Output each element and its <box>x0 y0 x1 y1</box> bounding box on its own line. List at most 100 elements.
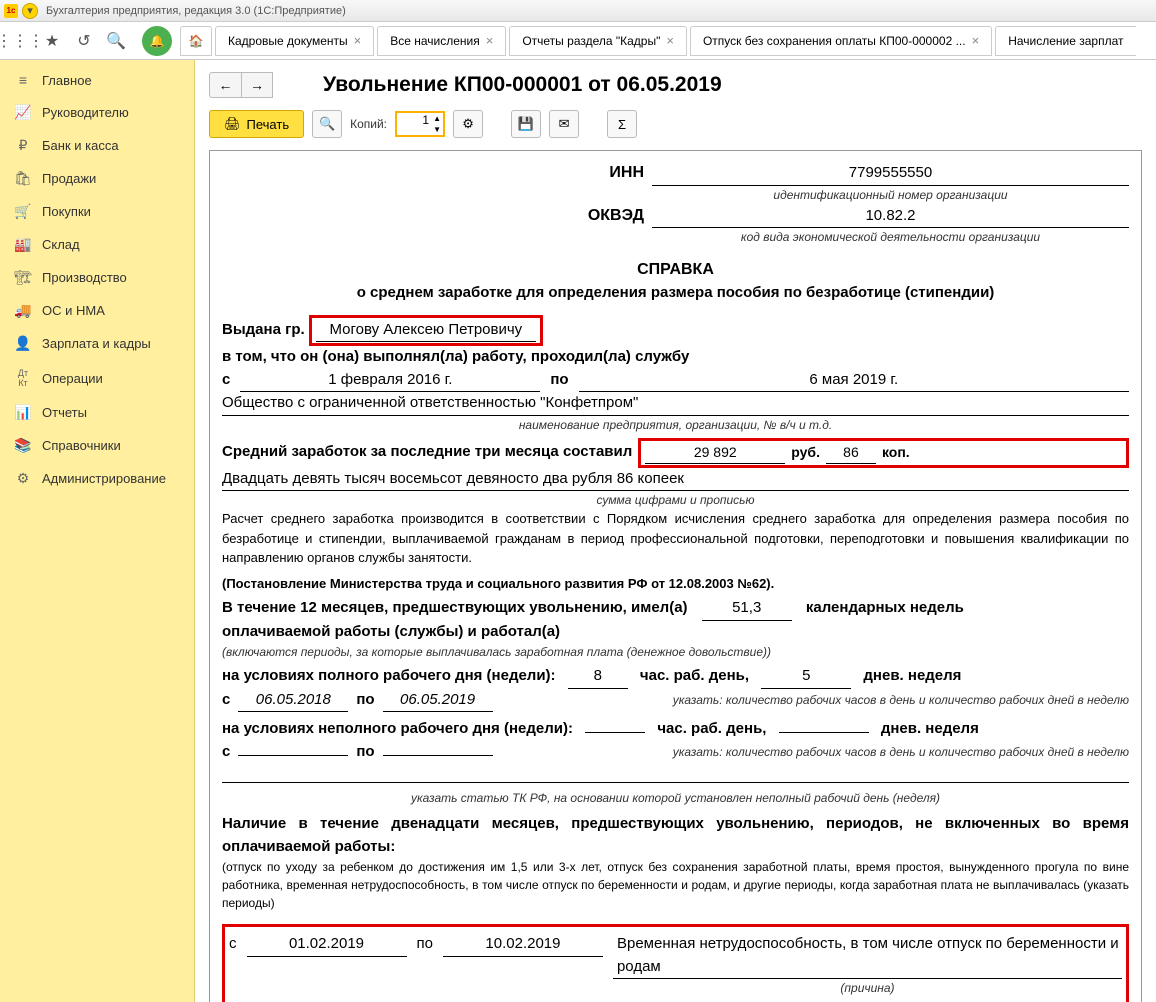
issued-label: Выдана гр. <box>222 321 305 338</box>
preview-button[interactable]: 🔍 <box>312 110 342 138</box>
sidebar-item-admin[interactable]: ⚙Администрирование <box>0 462 194 495</box>
back-button[interactable]: ← <box>209 72 241 98</box>
sidebar-item-operations[interactable]: Дт КтОперации <box>0 360 194 396</box>
cart-icon: 🛒 <box>14 203 32 220</box>
period-to: 06.05.2019 <box>383 689 493 713</box>
app-logo-icon: 1c <box>4 4 18 18</box>
bell-icon[interactable]: 🔔 <box>142 26 172 56</box>
window-title: Бухгалтерия предприятия, редакция 3.0 (1… <box>46 5 346 17</box>
excl-from: 01.02.2019 <box>247 933 407 957</box>
sidebar-item-purchases[interactable]: 🛒Покупки <box>0 195 194 228</box>
okved-value: 10.82.2 <box>652 205 1129 229</box>
doc-heading: СПРАВКА <box>222 258 1129 282</box>
close-icon[interactable]: × <box>666 33 674 48</box>
close-icon[interactable]: × <box>354 33 362 48</box>
weeks-value: 51,3 <box>702 597 792 621</box>
okved-label: ОКВЭД <box>222 204 652 228</box>
tab-hr-reports[interactable]: Отчеты раздела "Кадры"× <box>509 26 687 56</box>
close-icon[interactable]: × <box>486 33 494 48</box>
copies-input[interactable]: 1▲▼ <box>395 111 445 137</box>
okved-caption: код вида экономической деятельности орга… <box>652 228 1129 246</box>
sidebar-item-warehouse[interactable]: 🏭Склад <box>0 228 194 261</box>
date-to: 6 мая 2019 г. <box>579 369 1129 393</box>
settings-button[interactable]: ⚙ <box>453 110 483 138</box>
inn-label: ИНН <box>222 161 652 185</box>
dtkt-icon: Дт Кт <box>14 368 32 388</box>
barchart-icon: 📊 <box>14 404 32 421</box>
period-from: 06.05.2018 <box>238 689 348 713</box>
service-line: в том, что он (она) выполнял(ла) работу,… <box>222 346 1129 369</box>
tab-hr-docs[interactable]: Кадровые документы× <box>215 26 374 56</box>
history-icon[interactable]: ↺ <box>70 27 98 55</box>
org-caption: наименование предприятия, организации, №… <box>222 416 1129 434</box>
dropdown-icon[interactable]: ▾ <box>22 3 38 19</box>
top-toolbar: ⋮⋮⋮ ★ ↺ 🔍 🔔 🏠 Кадровые документы× Все на… <box>0 22 1156 60</box>
chart-icon: 📈 <box>14 104 32 121</box>
salary-kop: 86 <box>826 442 876 464</box>
inn-value: 7799555550 <box>652 162 1129 186</box>
sidebar-item-hr[interactable]: 👤Зарплата и кадры <box>0 327 194 360</box>
org-name: Общество с ограниченной ответственностью… <box>222 392 1129 416</box>
window-title-bar: 1c ▾ Бухгалтерия предприятия, редакция 3… <box>0 0 1156 22</box>
sidebar-item-catalogs[interactable]: 📚Справочники <box>0 429 194 462</box>
person-value: Могову Алексею Петровичу <box>316 319 536 343</box>
inn-caption: идентификационный номер организации <box>652 186 1129 204</box>
excluded-period-highlight: с 01.02.2019 по 10.02.2019 Временная нет… <box>222 924 1129 1002</box>
printer-icon: 🖨 <box>224 116 241 132</box>
spinner-icon[interactable]: ▲▼ <box>433 113 441 135</box>
person-highlight: Могову Алексею Петровичу <box>309 315 543 347</box>
salary-words: Двадцать девять тысяч восемьсот девяност… <box>222 468 1129 492</box>
menu-icon: ≡ <box>14 72 32 88</box>
factory-icon: 🏗 <box>14 269 32 286</box>
star-icon[interactable]: ★ <box>38 27 66 55</box>
tab-payroll[interactable]: Начисление зарплат <box>995 26 1135 56</box>
tab-leave[interactable]: Отпуск без сохранения оплаты КП00-000002… <box>690 26 992 56</box>
salary-rub: 29 892 <box>645 442 785 464</box>
truck-icon: 🚚 <box>14 302 32 319</box>
page-title: Увольнение КП00-000001 от 06.05.2019 <box>323 73 722 97</box>
sidebar-item-assets[interactable]: 🚚ОС и НМА <box>0 294 194 327</box>
excluded-heading: Наличие в течение двенадцати месяцев, пр… <box>222 813 1129 858</box>
search-icon[interactable]: 🔍 <box>102 27 130 55</box>
doc-subheading: о среднем заработке для определения разм… <box>222 282 1129 305</box>
books-icon: 📚 <box>14 437 32 454</box>
paid-work-line: оплачиваемой работы (службы) и работал(а… <box>222 621 1129 644</box>
bag-icon: 🛍 <box>14 170 32 187</box>
sum-button[interactable]: Σ <box>607 110 637 138</box>
excl-reason: Временная нетрудоспособность, в том числ… <box>613 933 1122 979</box>
forward-button[interactable]: → <box>241 72 273 98</box>
person-icon: 👤 <box>14 335 32 352</box>
tab-home[interactable]: 🏠 <box>180 26 212 56</box>
sidebar: ≡Главное 📈Руководителю ₽Банк и касса 🛍Пр… <box>0 60 195 1002</box>
reason-caption: (причина) <box>613 979 1122 997</box>
document-toolbar: 🖨Печать 🔍 Копий: 1▲▼ ⚙ 💾 ✉ Σ <box>195 102 1156 146</box>
hours-value: 8 <box>568 665 628 689</box>
warehouse-icon: 🏭 <box>14 236 32 253</box>
avg-label: Средний заработок за последние три месяц… <box>222 441 632 464</box>
date-from: 1 февраля 2016 г. <box>240 369 540 393</box>
document-body: ИНН7799555550 идентификационный номер ор… <box>209 150 1142 1002</box>
sidebar-item-production[interactable]: 🏗Производство <box>0 261 194 294</box>
sidebar-item-reports[interactable]: 📊Отчеты <box>0 396 194 429</box>
sidebar-item-bank[interactable]: ₽Банк и касса <box>0 129 194 162</box>
save-button[interactable]: 💾 <box>511 110 541 138</box>
tab-accruals[interactable]: Все начисления× <box>377 26 506 56</box>
salary-highlight: 29 892 руб. 86 коп. <box>638 438 1129 468</box>
apps-icon[interactable]: ⋮⋮⋮ <box>6 27 34 55</box>
print-button[interactable]: 🖨Печать <box>209 110 304 138</box>
ruble-icon: ₽ <box>14 137 32 154</box>
sidebar-item-manager[interactable]: 📈Руководителю <box>0 96 194 129</box>
email-button[interactable]: ✉ <box>549 110 579 138</box>
words-caption: сумма цифрами и прописью <box>222 491 1129 509</box>
decree: (Постановление Министерства труда и соци… <box>222 574 1129 594</box>
tk-caption: указать статью ТК РФ, на основании котор… <box>222 789 1129 807</box>
sidebar-item-sales[interactable]: 🛍Продажи <box>0 162 194 195</box>
sidebar-item-main[interactable]: ≡Главное <box>0 64 194 96</box>
excluded-note: (отпуск по уходу за ребенком до достижен… <box>222 858 1129 912</box>
excl-to: 10.02.2019 <box>443 933 603 957</box>
days-value: 5 <box>761 665 851 689</box>
content-area: ← → Увольнение КП00-000001 от 06.05.2019… <box>195 60 1156 1002</box>
gear-icon: ⚙ <box>14 470 32 487</box>
calc-note: Расчет среднего заработка производится в… <box>222 509 1129 568</box>
close-icon[interactable]: × <box>972 33 980 48</box>
